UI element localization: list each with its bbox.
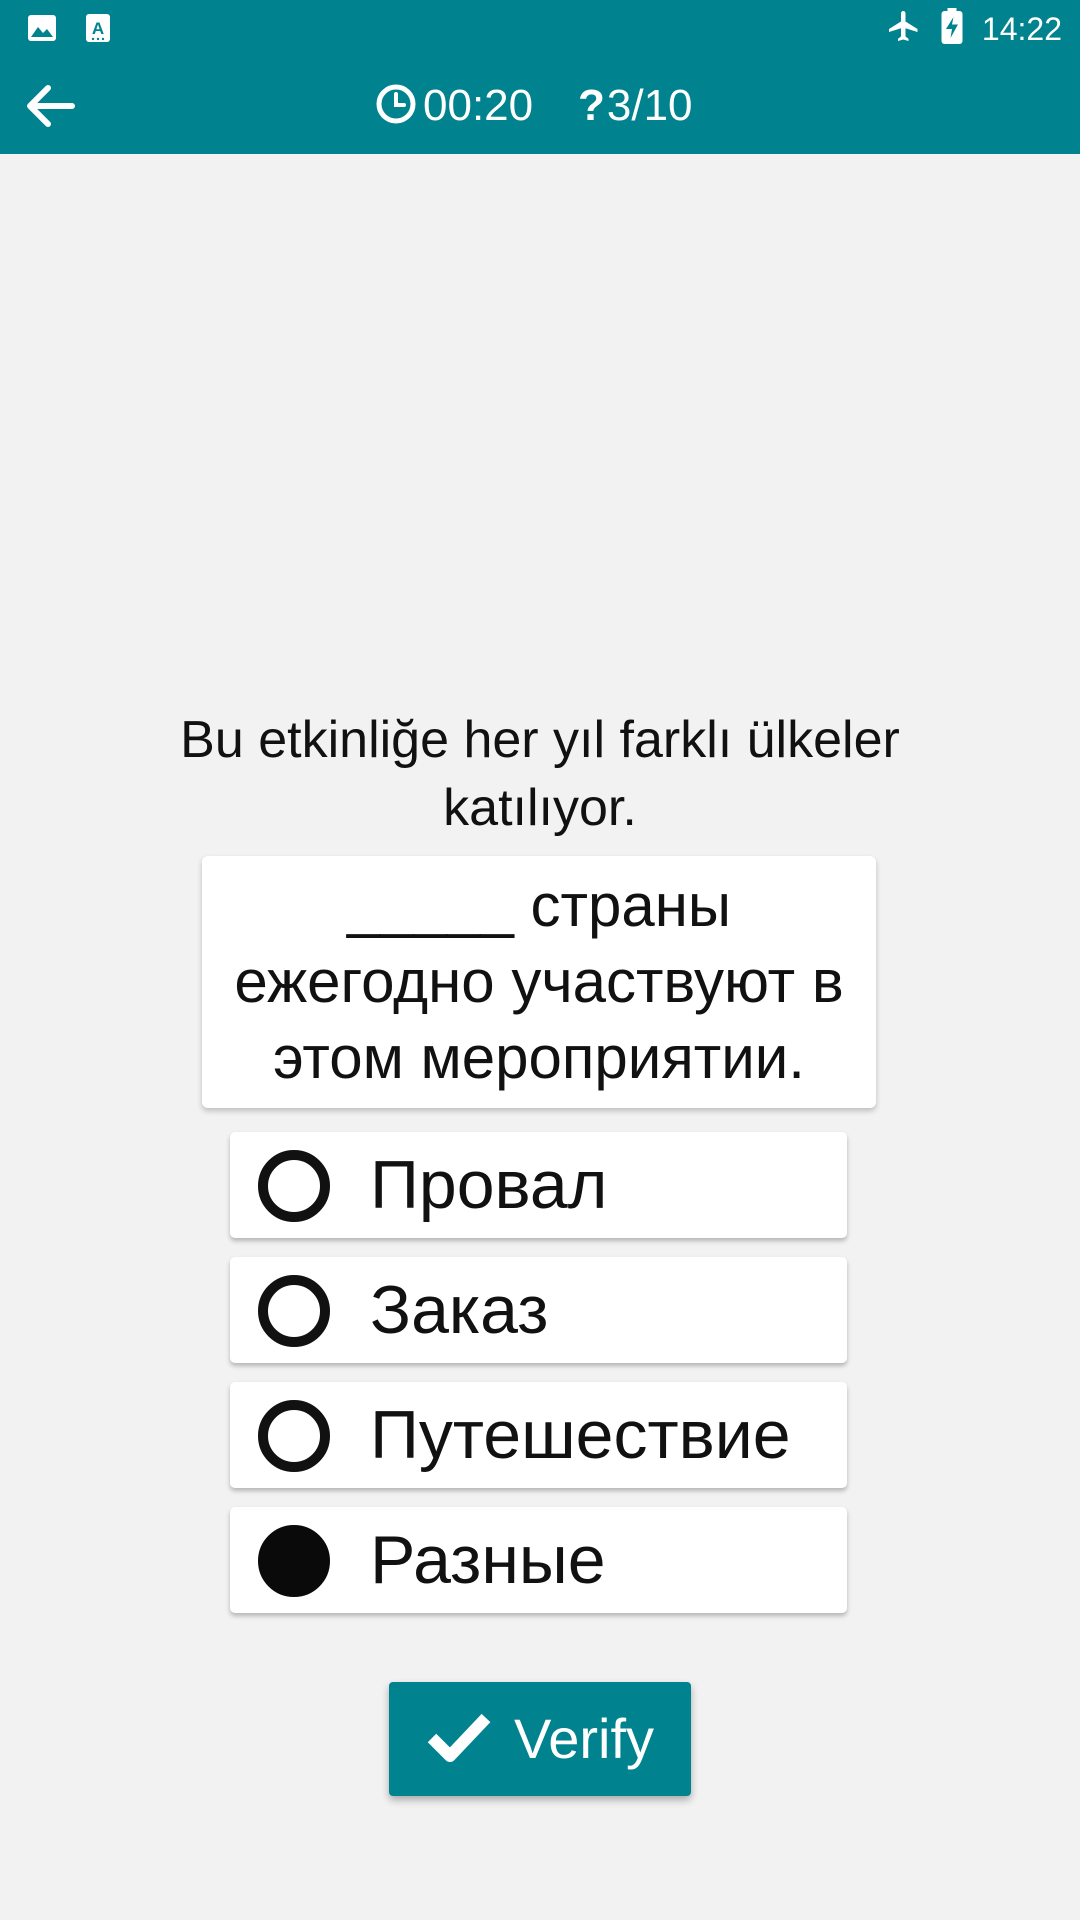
verify-label: Verify	[513, 1707, 655, 1770]
radio-unselected-icon	[258, 1400, 330, 1472]
svg-text:A: A	[92, 19, 104, 38]
verify-button[interactable]: Verify	[389, 1682, 691, 1796]
option-raznye[interactable]: Разные	[230, 1507, 847, 1613]
quiz-timer: 00:20	[375, 81, 533, 131]
image-icon	[26, 12, 58, 49]
status-time: 14:22	[981, 10, 1062, 47]
timer-value: 00:20	[423, 81, 534, 130]
radio-selected-icon	[258, 1525, 330, 1597]
option-provaln[interactable]: Провал	[230, 1132, 847, 1238]
option-label: Путешествие	[370, 1397, 791, 1473]
question-counter: ? 3/10	[578, 81, 693, 131]
radio-unselected-icon	[258, 1150, 330, 1222]
back-button[interactable]	[20, 76, 80, 136]
sentence-text: _____ страны ежегодно участвуют в этом м…	[234, 872, 844, 1091]
status-bar: A 14:22	[0, 0, 1080, 56]
battery-charging-icon	[940, 8, 964, 49]
checkmark-icon	[426, 1710, 492, 1769]
question-counter-value: 3/10	[606, 81, 693, 130]
option-label: Заказ	[370, 1272, 549, 1348]
app-bar: 00:20 ? 3/10	[0, 56, 1080, 154]
question-prompt: Bu etkinliğe her yıl farklı ülkeler katı…	[180, 711, 900, 837]
option-label: Разные	[370, 1522, 606, 1598]
arrow-left-icon	[20, 85, 80, 140]
clock-icon	[375, 83, 417, 130]
text-a-icon: A	[84, 12, 112, 49]
radio-unselected-icon	[258, 1275, 330, 1347]
sentence-card: _____ страны ежегодно участвуют в этом м…	[202, 856, 876, 1108]
option-label: Провал	[370, 1147, 608, 1223]
option-puteshestvie[interactable]: Путешествие	[230, 1382, 847, 1488]
option-zakaz[interactable]: Заказ	[230, 1257, 847, 1363]
airplane-mode-icon	[886, 8, 922, 49]
question-mark-icon: ?	[578, 81, 605, 130]
